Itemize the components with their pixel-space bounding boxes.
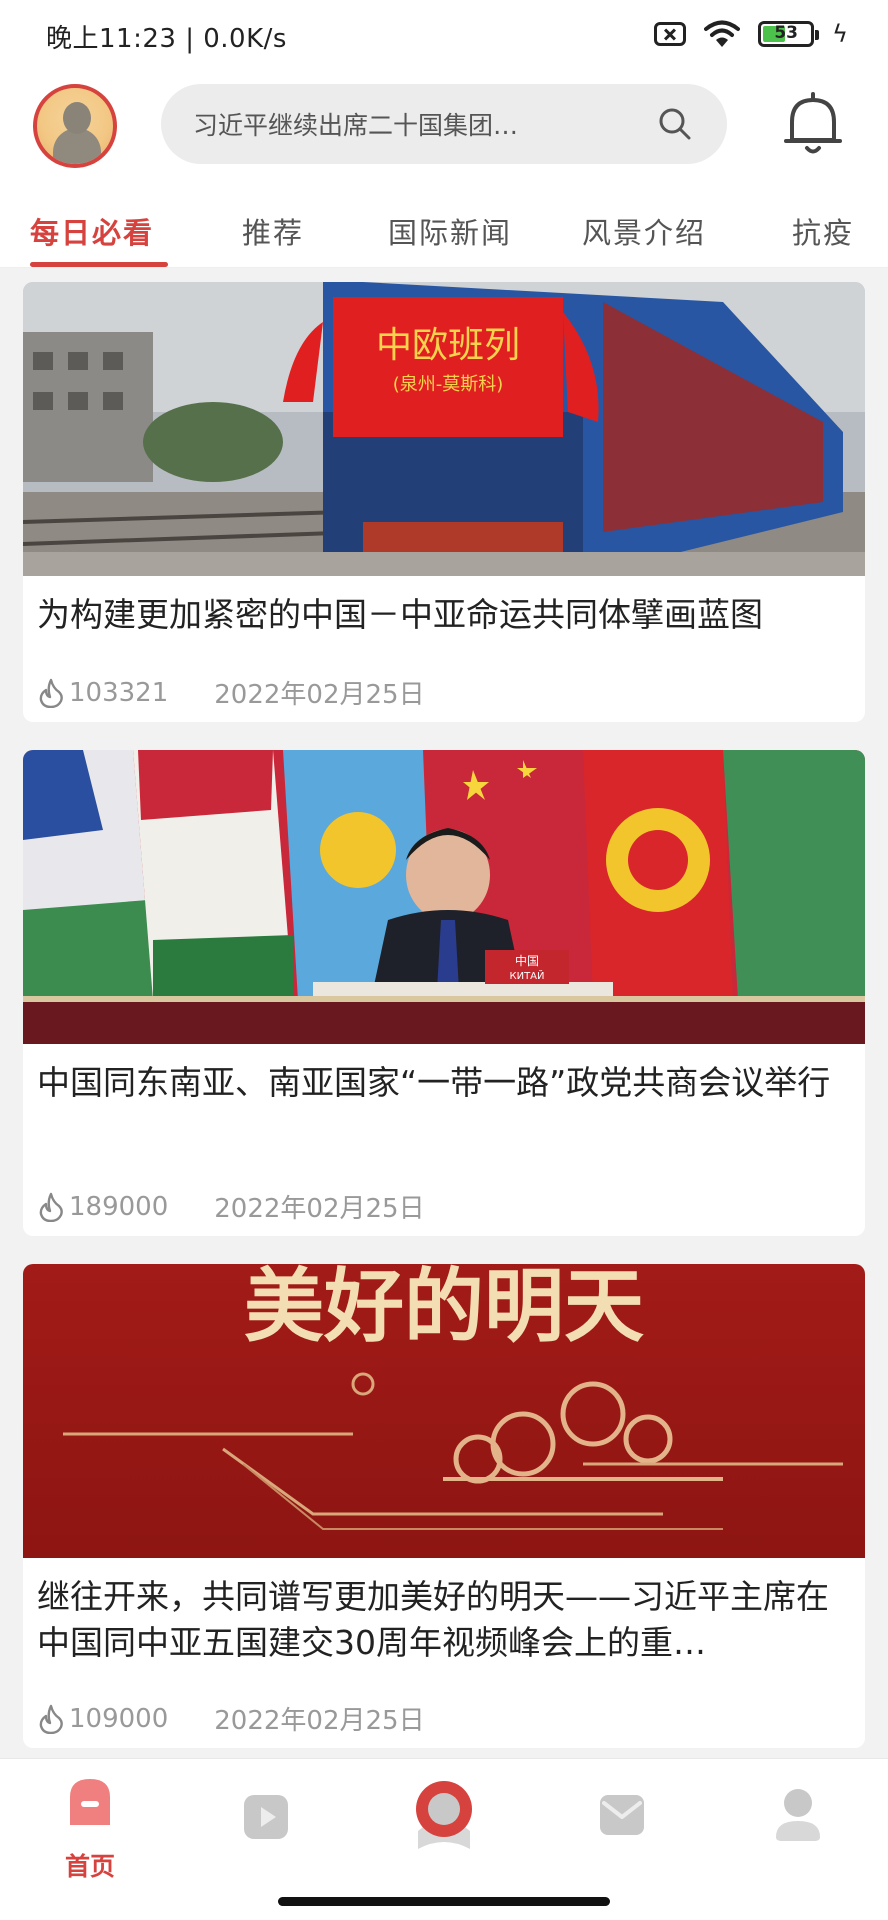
app-header: 习近平继续出席二十国集团… xyxy=(0,74,888,184)
profile-icon xyxy=(776,1789,820,1841)
article-thumbnail[interactable]: 中国 КИТАЙ xyxy=(23,750,865,1044)
wifi-icon xyxy=(704,20,741,47)
article-thumbnail[interactable]: 中欧班列 (泉州-莫斯科) xyxy=(23,282,865,576)
train-banner-subtext: (泉州-莫斯科) xyxy=(393,374,504,395)
view-count: 189000 xyxy=(69,1191,169,1222)
news-card[interactable]: 中欧班列 (泉州-莫斯科) 为构建更加紧密的中国－中亚命运共同体擘画蓝图 103… xyxy=(23,282,865,722)
tab-scenery[interactable]: 风景介绍 xyxy=(582,210,706,252)
news-card[interactable]: 中国 КИТАЙ 中国同东南亚、南亚国家“一带一路”政党共商会议举行 18900… xyxy=(23,750,865,1236)
sim-off-icon xyxy=(654,22,687,46)
tab-recommended[interactable]: 推荐 xyxy=(242,210,304,252)
view-count: 103321 xyxy=(69,677,169,708)
status-bar: 晚上11:23 | 0.0K/s 53 ϟ xyxy=(0,0,888,74)
article-meta: 109000 2022年02月25日 xyxy=(37,1700,425,1737)
article-title[interactable]: 继往开来，共同谱写更加美好的明天——习近平主席在中国同中亚五国建交30周年视频峰… xyxy=(37,1574,851,1666)
tab-international-news[interactable]: 国际新闻 xyxy=(388,210,512,252)
nameplate-subtext: КИТАЙ xyxy=(509,969,544,982)
battery-level: 53 xyxy=(774,23,798,43)
nav-center[interactable] xyxy=(394,1777,494,1867)
search-icon[interactable] xyxy=(657,106,693,142)
active-tab-indicator xyxy=(30,262,168,267)
article-thumbnail[interactable]: 美好的明天 xyxy=(23,1264,865,1558)
home-indicator xyxy=(278,1897,610,1906)
search-bar[interactable]: 习近平继续出席二十国集团… xyxy=(161,84,727,164)
flame-icon xyxy=(39,1192,63,1222)
flame-icon xyxy=(39,678,63,708)
article-meta: 103321 2022年02月25日 xyxy=(37,674,425,711)
home-icon xyxy=(70,1779,110,1825)
search-input[interactable]: 习近平继续出席二十国集团… xyxy=(193,106,653,142)
nav-video[interactable] xyxy=(216,1777,316,1867)
notification-bell-icon[interactable] xyxy=(780,90,846,160)
nav-home-label: 首页 xyxy=(64,1852,115,1881)
avatar-silhouette-body xyxy=(53,128,101,164)
avatar[interactable] xyxy=(33,84,117,168)
charging-icon: ϟ xyxy=(832,20,848,48)
category-tabs: 每日必看 推荐 国际新闻 风景介绍 抗疫 xyxy=(0,184,888,268)
battery-icon: 53 xyxy=(758,21,820,47)
nav-profile[interactable] xyxy=(748,1777,848,1867)
mail-icon xyxy=(600,1795,644,1835)
tab-anti-epidemic[interactable]: 抗疫 xyxy=(792,210,854,252)
tab-daily-must-read[interactable]: 每日必看 xyxy=(30,210,154,252)
nav-messages[interactable] xyxy=(572,1777,672,1867)
publish-date: 2022年02月25日 xyxy=(214,1194,425,1224)
status-icons: 53 ϟ xyxy=(654,20,848,48)
publish-date: 2022年02月25日 xyxy=(214,680,425,710)
article-title[interactable]: 中国同东南亚、南亚国家“一带一路”政党共商会议举行 xyxy=(37,1060,851,1106)
article-title[interactable]: 为构建更加紧密的中国－中亚命运共同体擘画蓝图 xyxy=(37,592,851,638)
nameplate-text: 中国 xyxy=(515,953,539,968)
view-count: 109000 xyxy=(69,1703,169,1734)
status-time: 晚上11:23 | 0.0K/s xyxy=(46,24,287,54)
banner-headline: 美好的明天 xyxy=(244,1264,644,1353)
video-play-icon xyxy=(244,1795,288,1839)
avatar-silhouette-head xyxy=(63,102,91,134)
article-meta: 189000 2022年02月25日 xyxy=(37,1188,425,1225)
flame-icon xyxy=(39,1704,63,1734)
news-card[interactable]: 美好的明天 继往开来，共同谱写更加美好的明天——习近平主席在中国同中亚五国建交3… xyxy=(23,1264,865,1748)
publish-date: 2022年02月25日 xyxy=(214,1706,425,1736)
bottom-navigation: 首页 xyxy=(0,1758,888,1920)
center-globe-icon xyxy=(416,1781,472,1849)
train-banner-text: 中欧班列 xyxy=(376,325,520,366)
nav-home[interactable]: 首页 xyxy=(40,1777,140,1881)
